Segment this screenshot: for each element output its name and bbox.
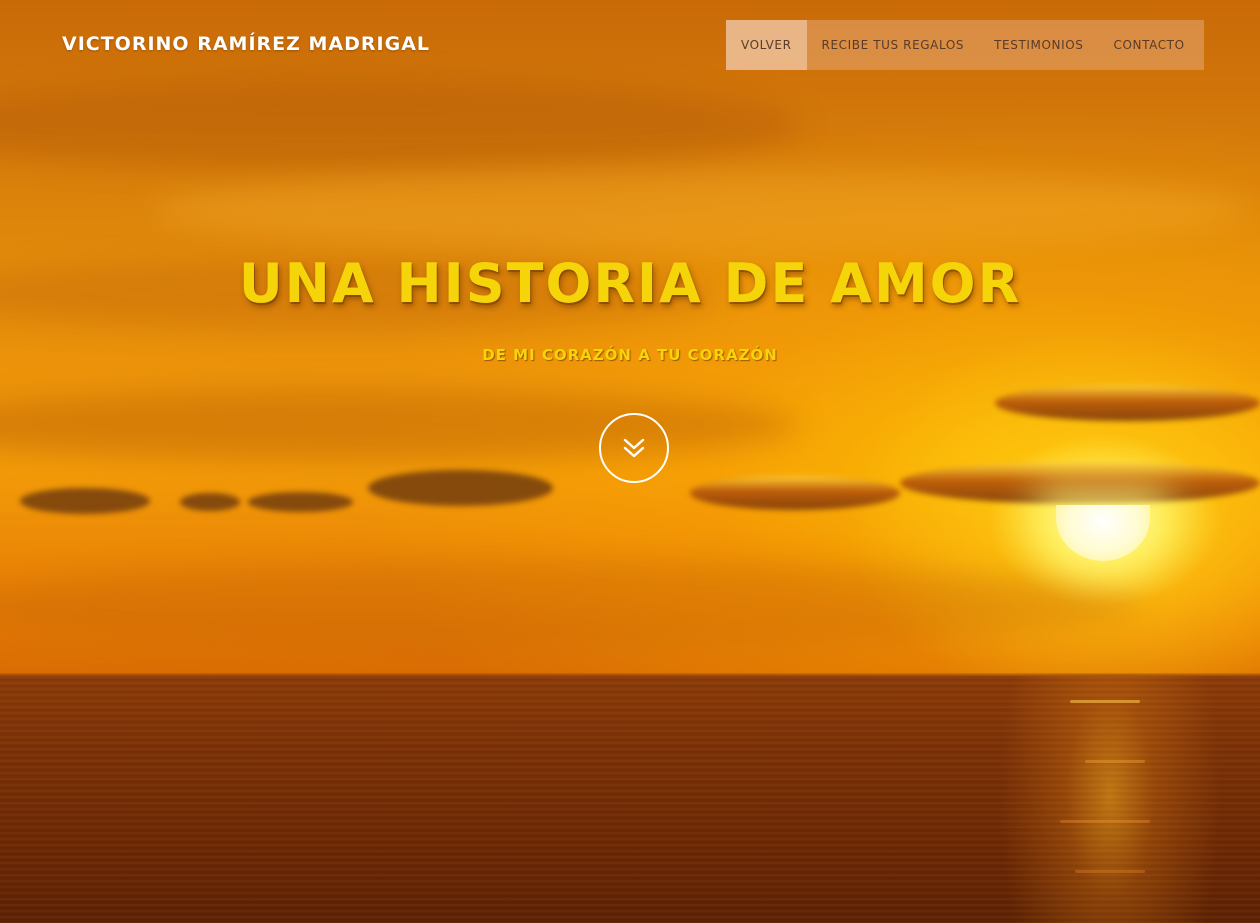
scroll-down-button[interactable] [599,413,669,483]
sunset-sky-background [0,0,1260,676]
nav-item-volver[interactable]: VOLVER [726,20,807,70]
nav-item-contacto[interactable]: CONTACTO [1099,20,1200,70]
sea-background [0,676,1260,923]
site-brand-link[interactable]: VICTORINO RAMÍREZ MADRIGAL [62,33,430,55]
main-nav: VOLVER RECIBE TUS REGALOS TESTIMONIOS CO… [726,20,1204,70]
hero-title: UNA HISTORIA DE AMOR [238,252,1022,315]
hero-subtitle: DE MI CORAZÓN A TU CORAZÓN [482,346,778,364]
nav-item-recibe-tus-regalos[interactable]: RECIBE TUS REGALOS [807,20,980,70]
nav-item-testimonios[interactable]: TESTIMONIOS [979,20,1098,70]
double-chevron-down-icon [623,438,645,458]
sun-image [1056,505,1150,561]
